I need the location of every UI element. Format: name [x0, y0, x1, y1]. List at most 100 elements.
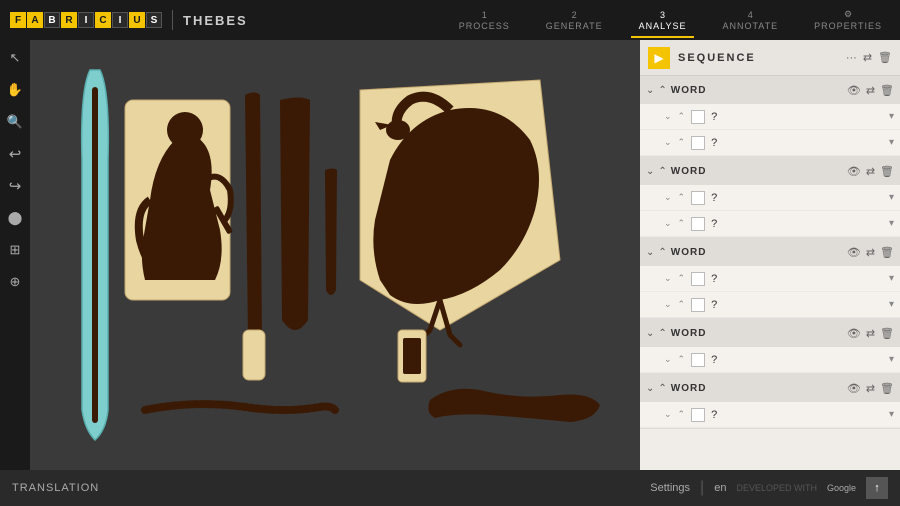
word-eye-icon-5[interactable]: 👁: [847, 382, 861, 395]
word-chevron-down-3[interactable]: ⌄: [646, 247, 654, 258]
item-chevron2-3-2[interactable]: ⌃: [678, 299, 686, 310]
word-link-icon-1[interactable]: ⇄: [866, 84, 875, 97]
item-label-2-1: ?: [711, 192, 883, 204]
word-item-1-1: ⌄ ⌃ ? ▾: [640, 104, 900, 130]
word-item-5-1: ⌄ ⌃ ? ▾: [640, 402, 900, 428]
item-checkbox-2-2[interactable]: [691, 217, 705, 231]
nav-step-process[interactable]: 1 PROCESS: [451, 8, 518, 33]
panel-collapse-button[interactable]: ▶: [648, 47, 670, 69]
item-chevron-3-2[interactable]: ⌄: [664, 299, 672, 310]
tool-cursor[interactable]: ↖: [5, 48, 25, 68]
tool-select[interactable]: ⊞: [5, 240, 25, 260]
item-chevron-2-2[interactable]: ⌄: [664, 218, 672, 229]
panel-actions: ··· ⇄ 🗑: [846, 51, 892, 64]
word-expand-2[interactable]: ⌃: [658, 166, 666, 177]
nav-step-properties[interactable]: ⚙ PROPERTIES: [806, 7, 890, 33]
canvas-area[interactable]: [30, 40, 640, 470]
word-trash-icon-5[interactable]: 🗑: [880, 382, 894, 395]
panel-share-icon[interactable]: ⇄: [863, 51, 872, 64]
word-eye-icon-3[interactable]: 👁: [847, 246, 861, 259]
panel-scroll-area[interactable]: ⌄ ⌃ WORD 👁 ⇄ 🗑 ⌄ ⌃ ? ▾: [640, 76, 900, 470]
tool-draw[interactable]: ⬤: [5, 208, 25, 228]
word-label-5: WORD: [671, 383, 843, 394]
item-checkbox-5-1[interactable]: [691, 408, 705, 422]
item-expand-1-2[interactable]: ▾: [889, 137, 894, 148]
nav-steps: 1 PROCESS 2 GENERATE 3 ANALYSE 4 ANNOTAT…: [451, 7, 890, 33]
item-chevron-4-1[interactable]: ⌄: [664, 354, 672, 365]
item-chevron2-1-2[interactable]: ⌃: [678, 137, 686, 148]
item-chevron-1-1[interactable]: ⌄: [664, 111, 672, 122]
scroll-up-button[interactable]: ↑: [866, 477, 888, 499]
word-eye-icon-2[interactable]: 👁: [847, 165, 861, 178]
step-num-2: 2: [572, 10, 577, 20]
word-label-2: WORD: [671, 166, 843, 177]
word-chevron-down-1[interactable]: ⌄: [646, 85, 654, 96]
item-expand-4-1[interactable]: ▾: [889, 354, 894, 365]
word-chevron-down-4[interactable]: ⌄: [646, 328, 654, 339]
item-chevron2-4-1[interactable]: ⌃: [678, 354, 686, 365]
step-num-1: 1: [482, 10, 487, 20]
word-link-icon-4[interactable]: ⇄: [866, 327, 875, 340]
item-checkbox-1-1[interactable]: [691, 110, 705, 124]
item-chevron-2-1[interactable]: ⌄: [664, 192, 672, 203]
word-expand-1[interactable]: ⌃: [658, 85, 666, 96]
item-expand-3-1[interactable]: ▾: [889, 273, 894, 284]
item-checkbox-3-1[interactable]: [691, 272, 705, 286]
nav-step-analyse[interactable]: 3 ANALYSE: [631, 8, 695, 33]
item-checkbox-3-2[interactable]: [691, 298, 705, 312]
right-panel: ▶ SEQUENCE ··· ⇄ 🗑 ⌄ ⌃ WORD 👁 ⇄ 🗑: [640, 40, 900, 470]
tool-zoom-in[interactable]: 🔍: [5, 112, 25, 132]
word-trash-icon-4[interactable]: 🗑: [880, 327, 894, 340]
item-expand-3-2[interactable]: ▾: [889, 299, 894, 310]
item-chevron2-2-2[interactable]: ⌃: [678, 218, 686, 229]
word-eye-icon-1[interactable]: 👁: [847, 84, 861, 97]
word-header-icons-5: 👁 ⇄ 🗑: [847, 382, 894, 395]
word-chevron-down-2[interactable]: ⌄: [646, 166, 654, 177]
word-link-icon-5[interactable]: ⇄: [866, 382, 875, 395]
item-expand-2-2[interactable]: ▾: [889, 218, 894, 229]
word-trash-icon-2[interactable]: 🗑: [880, 165, 894, 178]
logo-r: R: [61, 12, 77, 28]
logo-u: U: [129, 12, 145, 28]
tool-add[interactable]: ⊕: [5, 272, 25, 292]
panel-more-button[interactable]: ···: [846, 52, 857, 64]
word-group-5: ⌄ ⌃ WORD 👁 ⇄ 🗑 ⌄ ⌃ ? ▾: [640, 374, 900, 429]
item-chevron-3-1[interactable]: ⌄: [664, 273, 672, 284]
word-trash-icon-1[interactable]: 🗑: [880, 84, 894, 97]
item-expand-2-1[interactable]: ▾: [889, 192, 894, 203]
item-chevron-5-1[interactable]: ⌄: [664, 409, 672, 420]
glyph-tall-narrow: [243, 93, 265, 381]
nav-step-generate[interactable]: 2 GENERATE: [538, 8, 611, 33]
item-chevron2-1-1[interactable]: ⌃: [678, 111, 686, 122]
language-selector[interactable]: en: [714, 482, 726, 494]
app-header: F A B R I C I U S THEBES 1 PROCESS 2 GEN…: [0, 0, 900, 40]
word-item-2-2: ⌄ ⌃ ? ▾: [640, 211, 900, 237]
item-chevron-1-2[interactable]: ⌄: [664, 137, 672, 148]
item-checkbox-2-1[interactable]: [691, 191, 705, 205]
word-chevron-down-5[interactable]: ⌄: [646, 383, 654, 394]
word-link-icon-3[interactable]: ⇄: [866, 246, 875, 259]
word-expand-4[interactable]: ⌃: [658, 328, 666, 339]
tool-redo[interactable]: ↪: [5, 176, 25, 196]
item-checkbox-1-2[interactable]: [691, 136, 705, 150]
tool-undo[interactable]: ↩: [5, 144, 25, 164]
word-expand-3[interactable]: ⌃: [658, 247, 666, 258]
glyph-small-rect: [398, 330, 426, 382]
item-expand-5-1[interactable]: ▾: [889, 409, 894, 420]
item-chevron2-5-1[interactable]: ⌃: [678, 409, 686, 420]
step-label-properties: PROPERTIES: [814, 21, 882, 31]
step-label-annotate: ANNOTATE: [722, 21, 778, 31]
settings-button[interactable]: Settings: [650, 482, 690, 494]
tool-hand[interactable]: ✋: [5, 80, 25, 100]
item-chevron2-2-1[interactable]: ⌃: [678, 192, 686, 203]
word-trash-icon-3[interactable]: 🗑: [880, 246, 894, 259]
item-chevron2-3-1[interactable]: ⌃: [678, 273, 686, 284]
word-eye-icon-4[interactable]: 👁: [847, 327, 861, 340]
nav-step-annotate[interactable]: 4 ANNOTATE: [714, 8, 786, 33]
panel-delete-icon[interactable]: 🗑: [878, 51, 892, 64]
item-expand-1-1[interactable]: ▾: [889, 111, 894, 122]
step-label-analyse: ANALYSE: [639, 21, 687, 31]
word-expand-5[interactable]: ⌃: [658, 383, 666, 394]
item-checkbox-4-1[interactable]: [691, 353, 705, 367]
word-link-icon-2[interactable]: ⇄: [866, 165, 875, 178]
